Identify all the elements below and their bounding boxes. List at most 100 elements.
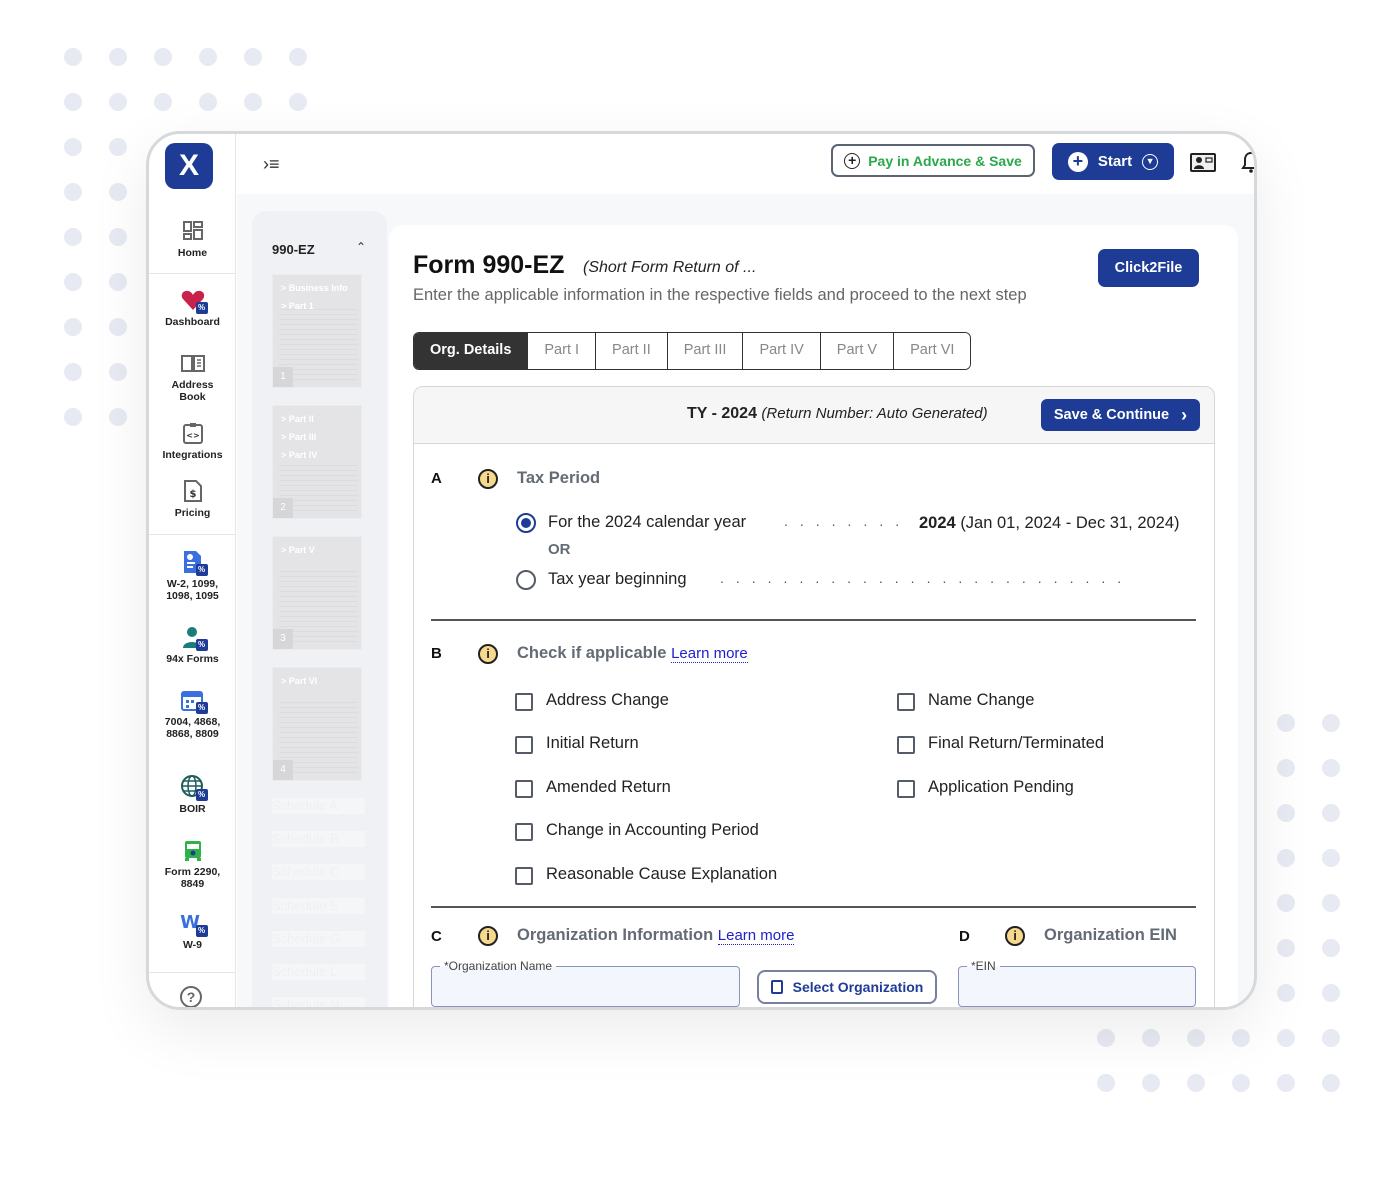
address-change-checkbox[interactable] <box>515 693 533 711</box>
thumbnail-link[interactable]: > Part III <box>281 432 316 442</box>
sidebar-item-w9[interactable]: W % W-9 <box>149 910 236 951</box>
tab-part-iv[interactable]: Part IV <box>742 333 820 369</box>
page-number: 4 <box>273 760 293 780</box>
org-details-section: TY - 2024 (Return Number: Auto Generated… <box>413 386 1215 1007</box>
section-letter: D <box>959 928 970 945</box>
sidebar-item-dashboard[interactable]: % Dashboard <box>149 287 236 328</box>
page-number: 3 <box>273 629 293 649</box>
start-button[interactable]: + Start ▼ <box>1052 143 1174 180</box>
ein-input[interactable]: *EIN <box>958 959 1196 1007</box>
click2file-button[interactable]: Click2File <box>1098 249 1199 287</box>
page-thumbnail[interactable]: > Part V 3 <box>272 536 362 650</box>
thumbnail-link[interactable]: > Part VI <box>281 676 317 686</box>
schedule-dropdown[interactable]: Schedule A <box>272 798 365 814</box>
divider <box>149 273 236 274</box>
app-window: X Home % Dashboard Address Book <> Integ… <box>146 131 1257 1010</box>
sidebar-item-pricing[interactable]: $ Pricing <box>149 478 236 519</box>
svg-text:<>: <> <box>186 431 199 440</box>
sidebar-item-label: Address Book <box>171 379 214 403</box>
plus-icon: + <box>1067 151 1088 172</box>
chevron-right-icon: › <box>1181 404 1188 425</box>
schedule-dropdown[interactable]: Schedule G <box>272 931 365 947</box>
pay-in-advance-button[interactable]: + Pay in Advance & Save <box>831 144 1035 177</box>
tab-part-v[interactable]: Part V <box>819 333 894 369</box>
tab-part-i[interactable]: Part I <box>527 333 596 369</box>
schedule-dropdown[interactable]: Schedule N <box>272 997 365 1007</box>
final-return-checkbox[interactable] <box>897 736 915 754</box>
thumbnail-link[interactable]: > Business Info <box>281 283 348 293</box>
sidebar-item-94x-forms[interactable]: % 94x Forms <box>149 624 236 665</box>
schedule-dropdown[interactable]: Schedule C <box>272 864 365 880</box>
radio-label: For the 2024 calendar year <box>548 513 747 531</box>
amended-return-checkbox[interactable] <box>515 780 533 798</box>
thumbnail-link[interactable]: > Part V <box>281 545 315 555</box>
bell-icon[interactable] <box>1241 151 1254 179</box>
book-icon <box>180 350 206 376</box>
chevron-up-icon[interactable]: ⌃ <box>356 240 366 254</box>
page-thumbnail[interactable]: > Business Info > Part 1 1 <box>272 274 362 388</box>
thumbnail-link[interactable]: > Part II <box>281 414 314 424</box>
decorative-dots <box>1277 714 1340 1002</box>
sidebar-item-address-book[interactable]: Address Book <box>149 350 236 403</box>
thumbnail-link[interactable]: > Part 1 <box>281 301 314 311</box>
sidebar-item-integrations[interactable]: <> Integrations <box>149 420 236 461</box>
select-organization-button[interactable]: Select Organization <box>757 970 937 1004</box>
help-icon[interactable]: ? <box>180 986 202 1007</box>
tax-year: TY - 2024 <box>687 405 757 422</box>
logo[interactable]: X <box>165 143 213 189</box>
section-title: Tax Period <box>517 469 601 487</box>
section-title: Organization EIN <box>1044 926 1177 944</box>
sidebar-item-w2-1099[interactable]: % W-2, 1099, 1098, 1095 <box>149 549 236 602</box>
application-pending-checkbox[interactable] <box>897 780 915 798</box>
checkbox-label: Address Change <box>546 691 669 709</box>
tab-part-ii[interactable]: Part II <box>595 333 667 369</box>
info-icon[interactable]: i <box>478 926 498 946</box>
sidebar-item-form-2290[interactable]: Form 2290, 8849 <box>149 837 236 890</box>
initial-return-checkbox[interactable] <box>515 736 533 754</box>
info-icon[interactable]: i <box>1005 926 1025 946</box>
reasonable-cause-checkbox[interactable] <box>515 867 533 885</box>
schedule-dropdown[interactable]: Schedule B <box>272 831 365 847</box>
organization-name-input[interactable]: *Organization Name <box>431 959 740 1007</box>
tab-part-iii[interactable]: Part III <box>666 333 743 369</box>
schedule-dropdown[interactable]: Schedule L <box>272 964 365 980</box>
page-thumbnail[interactable]: > Part VI 4 <box>272 667 362 781</box>
page-title: Form 990-EZ <box>413 251 565 279</box>
checkbox-label: Name Change <box>928 691 1035 709</box>
decorative-dots <box>1097 1029 1340 1092</box>
name-change-checkbox[interactable] <box>897 693 915 711</box>
sidebar-item-boir[interactable]: % BOIR <box>149 774 236 815</box>
menu-collapse-icon[interactable]: ›≡ <box>263 154 280 175</box>
sidebar-item-home[interactable]: Home <box>149 218 236 259</box>
section-letter: C <box>431 928 442 945</box>
info-icon[interactable]: i <box>478 469 498 489</box>
learn-more-link[interactable]: Learn more <box>717 927 795 945</box>
info-icon[interactable]: i <box>478 644 498 664</box>
radio-label: Tax year beginning <box>548 570 687 588</box>
sidebar-item-label: BOIR <box>179 803 206 815</box>
schedule-dropdown[interactable]: Schedule E <box>272 898 365 914</box>
sidebar-item-label: Pricing <box>174 507 211 519</box>
heart-icon: % <box>180 287 208 314</box>
section-title: Check if applicable Learn more <box>517 644 748 663</box>
sidebar-item-label: Home <box>177 247 208 259</box>
form-tabs: Org. Details Part I Part II Part III Par… <box>413 332 972 370</box>
change-accounting-period-checkbox[interactable] <box>515 823 533 841</box>
tab-org-details[interactable]: Org. Details <box>414 333 528 369</box>
page-number: 2 <box>273 498 293 518</box>
thumbnail-link[interactable]: > Part IV <box>281 450 317 460</box>
tax-year-beginning-radio[interactable] <box>516 570 536 590</box>
sidebar-item-label: 94x Forms <box>166 653 219 665</box>
decorative-dots <box>64 138 127 426</box>
calendar-year-radio[interactable] <box>516 513 536 533</box>
checkbox-label: Change in Accounting Period <box>546 821 759 839</box>
page-thumbnail[interactable]: > Part II > Part III > Part IV 2 <box>272 405 362 519</box>
save-continue-button[interactable]: Save & Continue › <box>1041 399 1200 431</box>
contact-card-icon[interactable] <box>1190 153 1216 172</box>
learn-more-link[interactable]: Learn more <box>671 645 748 663</box>
home-grid-icon <box>180 218 206 244</box>
tab-part-vi[interactable]: Part VI <box>893 333 971 369</box>
sidebar-item-extensions[interactable]: % 7004, 4868, 8868, 8809 <box>149 687 236 740</box>
divider <box>149 534 236 535</box>
section-letter: A <box>431 470 442 487</box>
